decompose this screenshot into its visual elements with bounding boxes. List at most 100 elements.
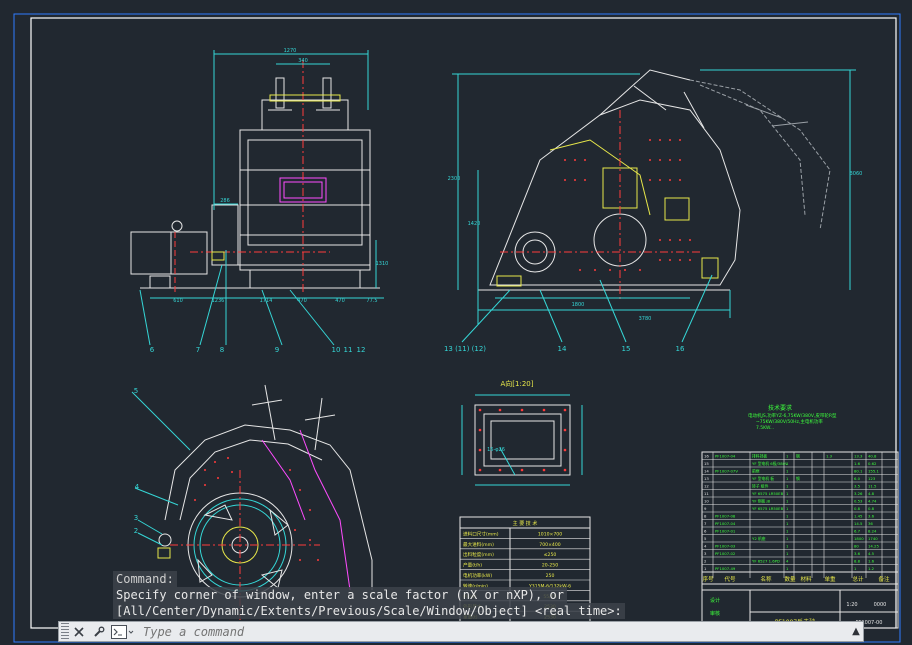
dim-side-b1: 1800 [572,302,585,308]
parts-cell: 15 [704,461,709,466]
callout-8: 8 [220,346,224,354]
callout-7: 7 [196,346,200,354]
parts-cell: 4.8 [868,491,875,496]
parts-cell: 123 [868,476,876,481]
view-a [461,394,583,486]
parts-cell: 钢 [796,476,800,481]
parts-cell: YF 型电机 板 [752,476,774,481]
callouts-top-right: 13 (11) (12) 14 15 16 [444,345,685,353]
parts-cell: 8.8 [854,559,861,564]
parts-cell: PF1007-02 [715,551,736,556]
wrench-icon[interactable] [89,622,109,641]
parts-cell: 14 [704,469,709,474]
parts-cell: 1 [786,529,789,534]
dim-side-b2: 3780 [639,316,652,322]
parts-cell: 1 [786,476,789,481]
parts-cell: 1 [786,499,789,504]
callout-5: 5 [134,387,138,395]
callout-9: 9 [275,346,279,354]
parts-cell: 13.3 [854,454,863,459]
title-designer: 设计 [710,597,720,604]
parts-cell: Y2 机座 [752,536,766,541]
parts-cell: 10 [704,499,709,504]
parts-cell: YF 6575 LR50EB [752,506,784,511]
parts-cell: 14.5 [854,521,863,526]
parts-cell: 40.8 [868,454,877,459]
command-input[interactable] [141,622,849,641]
parts-cell: 1 [786,566,789,571]
parts-cell: 1 [786,551,789,556]
side-view-dimensions [452,69,856,343]
parts-cell: 1 [854,566,857,571]
parts-cell: YF 型电机 6极/380V [752,461,788,466]
callout-10: 10 [332,346,341,354]
side-view-dimension-text: 2300 1420 3060 1800 3780 [448,171,863,322]
parts-cell: 1.6 [854,461,861,466]
command-history-line-1: Command: [113,571,177,587]
parts-cell: 1740 [868,536,878,541]
parts-cell: 排料挡板 [752,454,767,459]
parts-header-cell: 代号 [724,575,736,583]
notes-line-3: 7.5KW... [756,425,774,431]
callout-2: 2 [134,527,138,535]
parts-cell: 1.2 [868,566,875,571]
view-a-title: A向[1:20] [501,379,534,388]
parts-cell: YF 6575 LR50EB [752,491,784,496]
callout-6: 6 [150,346,155,354]
parts-cell: 4.74 [868,499,877,504]
dim-front-b6: 77.5 [366,298,377,304]
parts-cell: 1.6 [868,559,875,564]
dim-front-b3: 1714 [260,298,273,304]
command-history: Command: Specify corner of window, enter… [113,571,625,619]
chevron-up-icon[interactable]: ▲ [849,626,863,637]
parts-cell: 3.5 [854,484,861,489]
parts-cell: 0.62 [868,461,877,466]
parts-header-cell: 序号 [702,575,714,583]
parts-cell: 9 [704,506,707,511]
parts-cell: 11 [704,491,709,496]
parts-cell: 0.53 [854,499,863,504]
parts-cell: YF 侧板 J8 [752,499,771,504]
command-line-bar: ▲ [58,621,864,642]
parts-cell: 1 [786,484,789,489]
callout-3: 3 [134,514,138,522]
parts-cell: 6.0 [854,476,861,481]
spec-row-value: ≤250 [544,552,557,558]
parts-cell: PF1007-01 [715,529,736,534]
callout-4: 4 [135,483,140,491]
spec-row-label: 最大进料(mm) [463,541,494,548]
callout-14: 14 [558,345,567,353]
parts-cell: 80.1 [854,469,863,474]
parts-cell: 钢 [796,454,800,459]
callout-11: 11 [344,346,353,354]
side-view [478,69,831,300]
parts-cell: 7 [704,521,707,526]
close-icon[interactable] [69,622,89,641]
front-view-dimension-text: 1270 340 286 1310 610 1236 1714 470 470 … [173,48,388,304]
spec-row-label: 产量(t/h) [463,562,482,569]
parts-cell: 5 [704,536,707,541]
parts-cell: 13 [704,476,709,481]
parts-cell: 3 [704,551,707,556]
parts-cell: 1 [704,566,707,571]
parts-header-cell: 备注 [878,575,890,583]
spec-row-value: 700×400 [539,542,560,548]
callout-12: 12 [357,346,366,354]
view-a-holes [478,408,567,472]
parts-cell: 1 [786,536,789,541]
parts-cell: 1800 [854,536,864,541]
parts-cell: PF1007-03 [715,544,736,549]
spec-table-title: 主 要 技 术 [513,520,538,527]
drag-handle[interactable] [61,623,69,640]
command-prompt-icon[interactable] [111,623,137,640]
parts-cell: 36 [868,521,873,526]
callout-13: 13 (11) (12) [444,345,486,353]
parts-cell: 1.45 [854,514,863,519]
parts-cell: 1 [786,461,789,466]
callouts-top-left: 6 7 8 9 10 11 12 [150,346,366,354]
view-a-hole-label: 16-φ26 [487,447,505,453]
front-view [130,77,380,289]
parts-cell: 1 [786,514,789,519]
parts-cell: 8 [704,514,707,519]
drawing-canvas[interactable]: 1270 340 286 1310 610 1236 1714 470 470 … [0,0,912,645]
